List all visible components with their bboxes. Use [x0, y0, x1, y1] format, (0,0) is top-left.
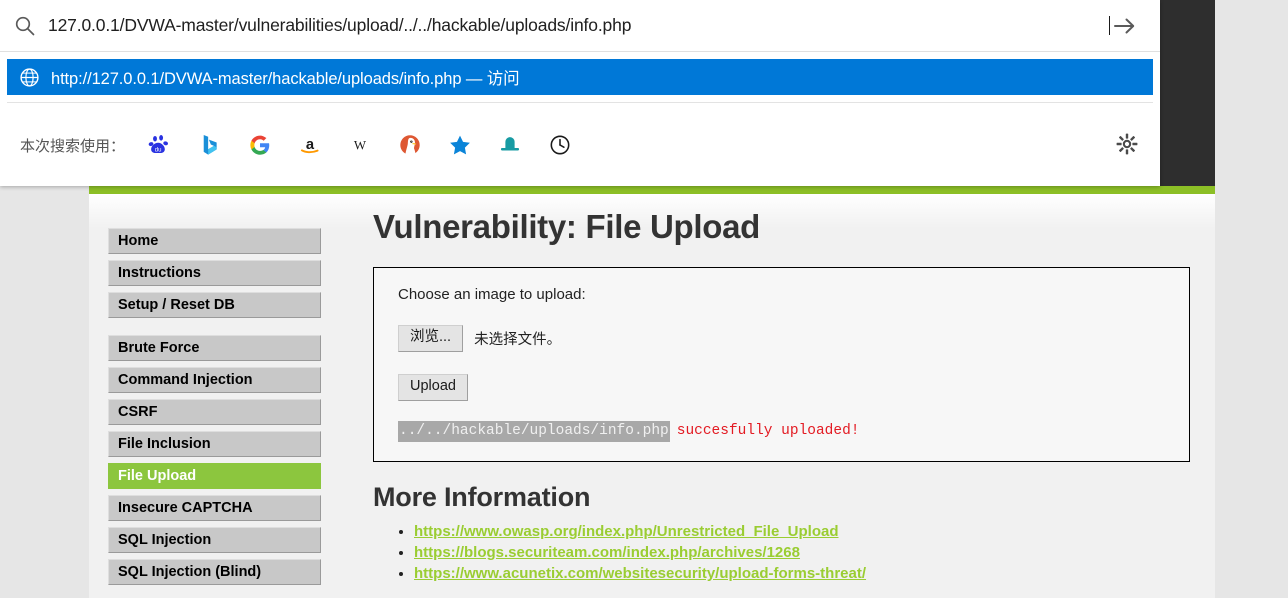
star-icon[interactable]: [447, 132, 473, 158]
more-info-link-owasp[interactable]: https://www.owasp.org/index.php/Unrestri…: [414, 523, 839, 540]
sidebar-item-file-upload[interactable]: File Upload: [108, 463, 321, 489]
sidebar-item-csrf[interactable]: CSRF: [108, 399, 321, 425]
sidebar-item-sql-injection-blind[interactable]: SQL Injection (Blind): [108, 559, 321, 585]
dvwa-content-area: Home Instructions Setup / Reset DB Brute…: [89, 194, 1215, 598]
sidebar-item-insecure-captcha[interactable]: Insecure CAPTCHA: [108, 495, 321, 521]
globe-icon: [19, 67, 40, 88]
sidebar-item-instructions[interactable]: Instructions: [108, 260, 321, 286]
url-input[interactable]: 127.0.0.1/DVWA-master/vulnerabilities/up…: [48, 15, 1108, 36]
list-item: https://blogs.securiteam.com/index.php/a…: [414, 544, 1193, 562]
svg-text:du: du: [155, 147, 162, 153]
search-engine-icons: du a W: [147, 132, 597, 158]
hat-icon[interactable]: [497, 132, 523, 158]
uploaded-file-path: ../../hackable/uploads/info.php: [398, 420, 670, 442]
file-selection-status: 未选择文件。: [474, 331, 562, 348]
omnibox-suggestion-item[interactable]: http://127.0.0.1/DVWA-master/hackable/up…: [7, 59, 1153, 95]
search-engine-bar: 本次搜索使用： du a W: [0, 103, 1160, 187]
gear-icon[interactable]: [1114, 131, 1140, 157]
more-info-link-securiteam[interactable]: https://blogs.securiteam.com/index.php/a…: [414, 544, 800, 561]
google-icon[interactable]: [247, 132, 273, 158]
suggestion-label: http://127.0.0.1/DVWA-master/hackable/up…: [51, 70, 520, 88]
main-content: Vulnerability: File Upload Choose an ima…: [373, 194, 1193, 586]
sidebar-item-setup-reset-db[interactable]: Setup / Reset DB: [108, 292, 321, 318]
list-item: https://www.owasp.org/index.php/Unrestri…: [414, 523, 1193, 541]
sidebar-item-file-inclusion[interactable]: File Inclusion: [108, 431, 321, 457]
arrow-right-icon[interactable]: [1110, 11, 1140, 41]
sidebar-item-home[interactable]: Home: [108, 228, 321, 254]
dvwa-accent-stripe: [89, 186, 1215, 194]
upload-submit-button[interactable]: Upload: [398, 373, 468, 401]
file-input-row: 浏览... 未选择文件。: [398, 325, 1165, 352]
sidebar-item-brute-force[interactable]: Brute Force: [108, 335, 321, 361]
more-info-link-acunetix[interactable]: https://www.acunetix.com/websitesecurity…: [414, 565, 866, 582]
upload-success-message: succesfully uploaded!: [676, 422, 860, 439]
clock-icon[interactable]: [547, 132, 573, 158]
search-icon: [14, 15, 36, 37]
search-engine-bar-label: 本次搜索使用：: [20, 137, 126, 155]
browse-button[interactable]: 浏览...: [398, 325, 464, 352]
more-information-list: https://www.owasp.org/index.php/Unrestri…: [373, 523, 1193, 583]
upload-result: ../../hackable/uploads/info.php succesful…: [398, 420, 1165, 442]
omnibox-row: 127.0.0.1/DVWA-master/vulnerabilities/up…: [0, 0, 1160, 52]
list-item: https://www.acunetix.com/websitesecurity…: [414, 565, 1193, 583]
svg-text:W: W: [354, 138, 367, 153]
more-information-heading: More Information: [373, 481, 591, 512]
upload-form-legend: Choose an image to upload:: [398, 286, 586, 303]
baidu-icon[interactable]: du: [147, 132, 173, 158]
sidebar-group-divider: [108, 324, 321, 335]
amazon-icon[interactable]: a: [297, 132, 323, 158]
omnibox-overlay: 127.0.0.1/DVWA-master/vulnerabilities/up…: [0, 0, 1160, 186]
page-title: Vulnerability: File Upload: [373, 208, 761, 245]
wikipedia-icon[interactable]: W: [347, 132, 373, 158]
svg-text:a: a: [306, 137, 315, 153]
bing-icon[interactable]: [197, 132, 223, 158]
screen: Home Instructions Setup / Reset DB Brute…: [0, 0, 1288, 598]
duckduckgo-icon[interactable]: [397, 132, 423, 158]
sidebar-item-command-injection[interactable]: Command Injection: [108, 367, 321, 393]
sidebar-item-sql-injection[interactable]: SQL Injection: [108, 527, 321, 553]
file-upload-panel: Choose an image to upload: 浏览... 未选择文件。 …: [373, 267, 1190, 462]
sidebar: Home Instructions Setup / Reset DB Brute…: [108, 228, 321, 591]
